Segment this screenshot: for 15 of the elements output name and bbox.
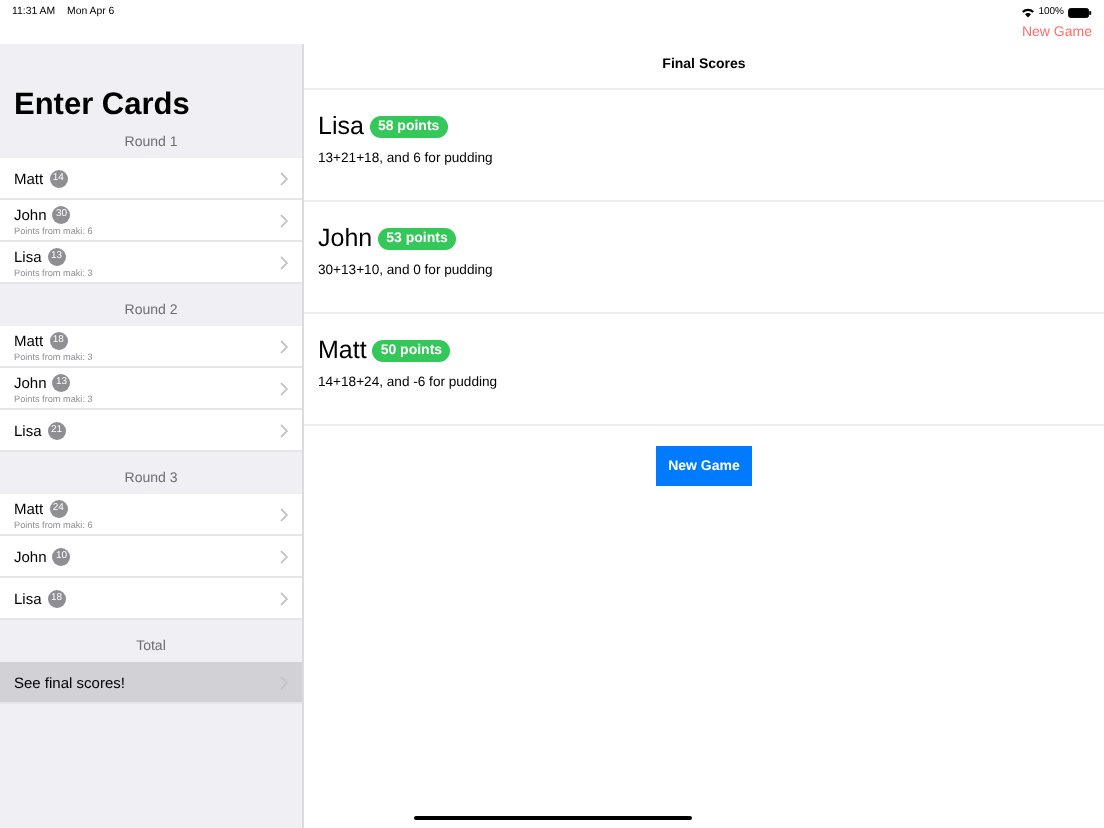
chevron-icon <box>280 507 288 521</box>
chevron-icon <box>280 171 288 185</box>
player-name: Lisa <box>318 112 364 140</box>
wifi-icon <box>1022 7 1035 17</box>
chevron-icon <box>280 255 288 269</box>
chevron-icon <box>280 549 288 563</box>
player-name: Matt <box>318 336 367 364</box>
chevron-icon <box>280 381 288 395</box>
sidebar-title: Enter Cards <box>12 86 192 126</box>
chevron-icon <box>280 213 288 227</box>
chevron-icon <box>280 339 288 353</box>
battery-icon <box>1068 7 1092 17</box>
chevron-icon <box>280 591 288 605</box>
chevron-icon <box>280 423 288 437</box>
player-name: John <box>318 224 373 252</box>
